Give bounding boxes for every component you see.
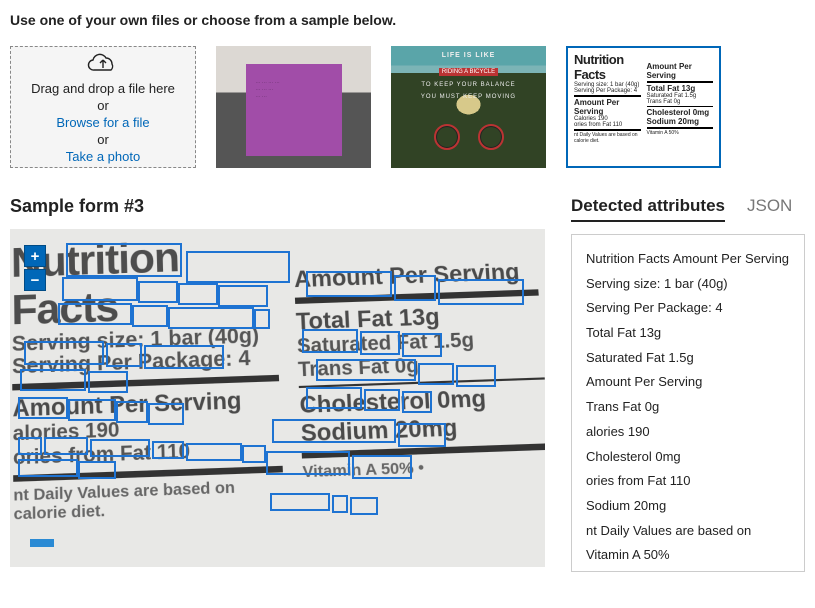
ocr-box: [364, 389, 400, 411]
ocr-box: [168, 307, 254, 329]
sample-form-title: Sample form #3: [10, 196, 547, 217]
ocr-box: [66, 243, 182, 277]
ocr-box: [178, 283, 218, 305]
intro-text: Use one of your own files or choose from…: [10, 12, 805, 28]
ocr-box: [360, 331, 400, 355]
nf-dv: nt Daily Values are based on calorie die…: [574, 132, 641, 144]
nf-aps: Amount Per Serving: [574, 98, 641, 116]
ocr-box: [90, 439, 150, 457]
result-line: Total Fat 13g: [586, 321, 790, 346]
result-line: Vitamin A 50%: [586, 543, 790, 568]
ocr-box: [418, 363, 454, 385]
ocr-box: [242, 445, 266, 463]
image-preview[interactable]: + − Nutrition Facts Serving size: 1 bar …: [10, 229, 545, 567]
minimap-indicator[interactable]: [30, 539, 54, 547]
purple-note-icon: ··· ··· ··· ······ ··· ······ ···: [246, 64, 342, 156]
nf-trf: Trans Fat 0g: [647, 99, 714, 105]
bicycle-icon: [434, 110, 504, 150]
ocr-box: [152, 441, 184, 459]
ocr-box: [456, 365, 496, 387]
ocr-box: [18, 459, 78, 477]
ocr-box: [350, 497, 378, 515]
dropzone-or1: or: [97, 98, 109, 113]
ocr-box: [58, 303, 132, 325]
take-photo-link[interactable]: Take a photo: [66, 149, 140, 164]
ocr-box: [316, 359, 416, 381]
dropzone-or2: or: [97, 132, 109, 147]
nf-tf: Total Fat 13g: [647, 84, 714, 93]
browse-file-link[interactable]: Browse for a file: [56, 115, 149, 130]
nf-va: Vitamin A 50%: [647, 130, 714, 136]
ocr-box: [306, 387, 362, 409]
ocr-box: [18, 437, 42, 455]
ocr-box: [402, 391, 432, 413]
result-line: Serving Per Package: 4: [586, 296, 790, 321]
ocr-box: [266, 451, 350, 475]
tab-json[interactable]: JSON: [747, 196, 792, 222]
ocr-box: [398, 423, 446, 447]
sample-thumb-1[interactable]: ··· ··· ··· ······ ··· ······ ···: [216, 46, 371, 168]
ocr-box: [116, 401, 148, 423]
ocr-box: [270, 493, 330, 511]
ocr-box: [218, 285, 268, 307]
result-line: nt Daily Values are based on: [586, 519, 790, 544]
ocr-box: [302, 329, 358, 353]
ocr-box: [402, 333, 442, 357]
ocr-box: [272, 419, 396, 443]
ocr-box: [132, 305, 168, 327]
nf-spp: Serving Per Package: 4: [574, 88, 641, 94]
nf-fatcal: ories from Fat 110: [574, 122, 641, 128]
result-line: Cholesterol 0mg: [586, 445, 790, 470]
ocr-box: [62, 277, 138, 301]
result-line: Saturated Fat 1.5g: [586, 346, 790, 371]
ocr-box: [68, 399, 116, 421]
results-panel: Nutrition Facts Amount Per Serving Servi…: [571, 234, 805, 572]
ocr-box: [438, 279, 524, 305]
result-line: Trans Fat 0g: [586, 395, 790, 420]
zoom-out-button[interactable]: −: [24, 269, 46, 291]
ocr-box: [144, 345, 224, 369]
ocr-box: [24, 341, 104, 365]
ocr-box: [44, 437, 88, 455]
nf-aps2: Amount Per Serving: [647, 62, 714, 80]
thumb2-line1: LIFE IS LIKE: [391, 52, 546, 59]
result-line: Serving size: 1 bar (40g): [586, 272, 790, 297]
sample-thumb-2[interactable]: LIFE IS LIKE RIDING A BICYCLE TO KEEP YO…: [391, 46, 546, 168]
result-line: alories 190: [586, 420, 790, 445]
ocr-box: [394, 275, 436, 301]
ocr-box: [78, 461, 116, 479]
ocr-box: [88, 371, 128, 393]
upload-cloud-icon: [87, 50, 119, 77]
ocr-box: [306, 271, 392, 297]
result-line: Amount Per Serving: [586, 370, 790, 395]
nf-so: Sodium 20mg: [647, 117, 714, 126]
ocr-box: [106, 343, 142, 367]
ocr-box: [148, 403, 184, 425]
ocr-box: [18, 397, 68, 419]
thumb2-line4: YOU MUST KEEP MOVING: [391, 94, 546, 100]
ocr-box: [352, 455, 412, 479]
ocr-box: [332, 495, 348, 513]
nf-ch: Cholesterol 0mg: [647, 108, 714, 117]
result-line: calorie diet.: [586, 568, 790, 572]
tab-detected-attributes[interactable]: Detected attributes: [571, 196, 725, 222]
result-line: Sodium 20mg: [586, 494, 790, 519]
result-line: Nutrition Facts Amount Per Serving: [586, 247, 790, 272]
ocr-box: [186, 251, 290, 283]
file-dropzone[interactable]: Drag and drop a file here or Browse for …: [10, 46, 196, 168]
thumb2-line2: RIDING A BICYCLE: [439, 68, 498, 76]
thumb2-line3: TO KEEP YOUR BALANCE: [391, 82, 546, 88]
ocr-box: [254, 309, 270, 329]
zoom-in-button[interactable]: +: [24, 245, 46, 267]
ocr-box: [20, 369, 86, 391]
results-tabs: Detected attributes JSON: [571, 196, 805, 222]
samples-row: Drag and drop a file here or Browse for …: [10, 46, 805, 168]
ocr-box: [138, 281, 178, 303]
sample-thumb-3[interactable]: Nutrition Facts Serving size: 1 bar (40g…: [566, 46, 721, 168]
dropzone-text: Drag and drop a file here: [31, 81, 175, 96]
ocr-box: [186, 443, 242, 461]
result-line: ories from Fat 110: [586, 469, 790, 494]
nf-title: Nutrition Facts: [574, 52, 641, 82]
